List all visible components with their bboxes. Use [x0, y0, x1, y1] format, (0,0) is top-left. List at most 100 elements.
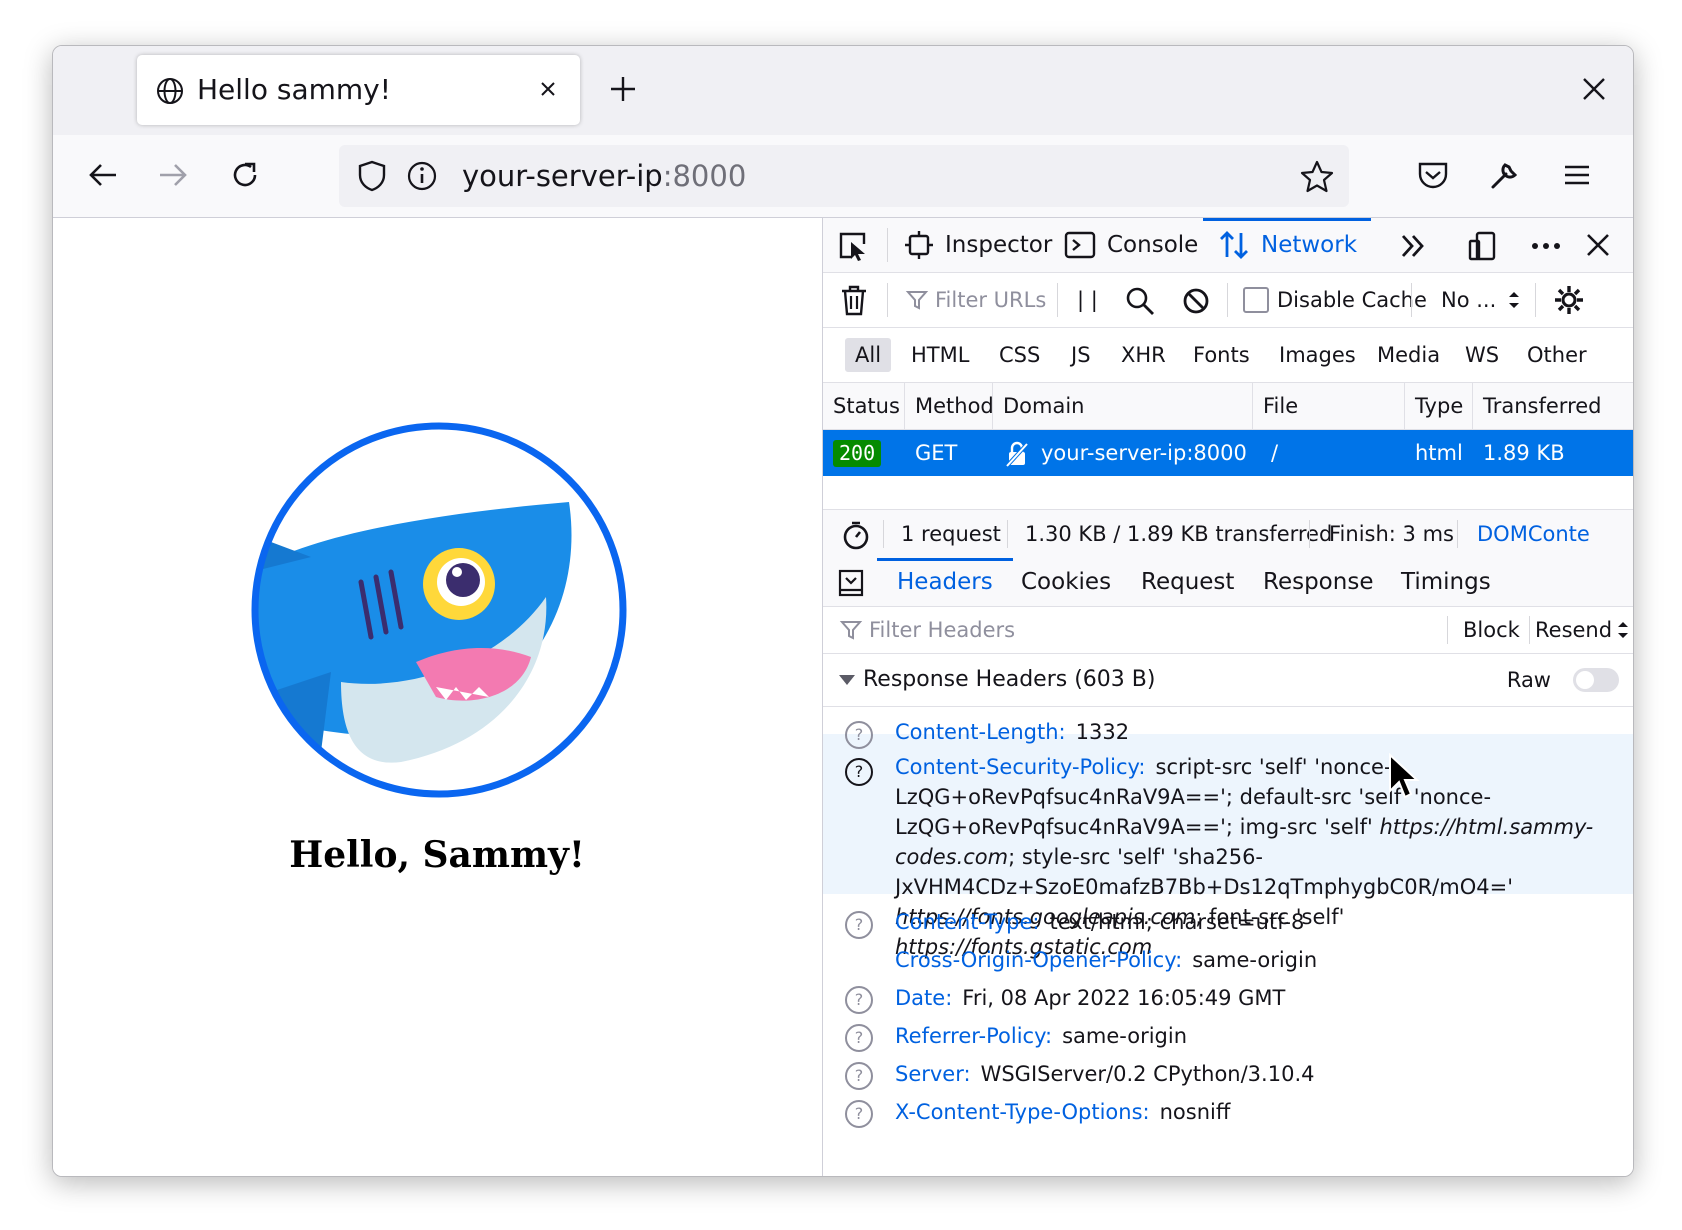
tab-network[interactable]: Network	[1202, 218, 1372, 272]
bookmark-star-icon[interactable]	[1299, 159, 1335, 195]
window-close-icon[interactable]	[1579, 74, 1609, 104]
column-file[interactable]: File	[1253, 383, 1405, 429]
filter-fonts[interactable]: Fonts	[1183, 338, 1260, 372]
tab-console[interactable]: Console	[1063, 218, 1198, 272]
resend-button[interactable]: Resend	[1535, 607, 1630, 653]
filter-all[interactable]: All	[845, 338, 892, 372]
filter-media[interactable]: Media	[1367, 338, 1450, 372]
new-tab-plus-icon[interactable]	[608, 74, 638, 104]
tab-strip: Hello sammy!	[53, 46, 1633, 135]
help-icon[interactable]: ?	[845, 986, 873, 1014]
column-method[interactable]: Method	[905, 383, 994, 429]
updown-chevron-icon	[1618, 622, 1629, 638]
help-icon[interactable]: ?	[845, 1062, 873, 1090]
toolbar-divider	[1227, 283, 1228, 317]
tab-cookies[interactable]: Cookies	[1021, 558, 1111, 606]
tab-request[interactable]: Request	[1141, 558, 1234, 606]
tab-hello-sammy[interactable]: Hello sammy!	[137, 55, 580, 125]
help-icon[interactable]: ?	[845, 758, 873, 786]
tab-headers[interactable]: Headers	[877, 558, 1013, 606]
filter-ws[interactable]: WS	[1455, 338, 1509, 372]
filter-xhr[interactable]: XHR	[1111, 338, 1176, 372]
network-arrows-icon	[1220, 231, 1248, 259]
mouse-cursor-icon	[1389, 753, 1420, 799]
column-type[interactable]: Type	[1405, 383, 1473, 429]
trash-icon[interactable]	[839, 284, 869, 316]
stopwatch-icon[interactable]	[841, 520, 871, 550]
reload-icon[interactable]	[225, 155, 265, 195]
summary-divider	[1007, 520, 1008, 548]
toolbar-divider	[1411, 283, 1412, 317]
devtools-tab-bar: Inspector Console Network	[823, 218, 1633, 273]
close-devtools-icon[interactable]	[1583, 230, 1613, 260]
page-heading: Hello, Sammy!	[289, 834, 585, 876]
help-icon[interactable]: ?	[845, 911, 873, 939]
hamburger-menu-icon[interactable]	[1557, 155, 1597, 195]
response-headers-title: Response Headers (603 B)	[863, 667, 1156, 692]
details-tab-bar: Headers Cookies Request Response Timings	[823, 558, 1633, 607]
summary-divider	[1457, 520, 1458, 548]
table-row[interactable]: 200 GET your-server-ip:8000 / html 1.89 …	[823, 430, 1633, 476]
help-icon[interactable]: ?	[845, 1024, 873, 1052]
pause-button[interactable]: | |	[1077, 273, 1098, 327]
more-options-icon[interactable]	[1529, 230, 1563, 262]
filter-headers-input[interactable]: Filter Headers	[839, 607, 1015, 653]
block-requests-icon[interactable]	[1181, 286, 1211, 316]
insecure-lock-icon	[1004, 441, 1030, 468]
responsive-design-icon[interactable]	[1467, 230, 1499, 262]
throttling-select[interactable]: No ...	[1441, 273, 1522, 327]
toggle-sidebar-icon[interactable]	[837, 568, 865, 598]
header-content-length: Content-Length: 1332	[895, 720, 1130, 744]
filter-js[interactable]: JS	[1061, 338, 1101, 372]
header-x-content-type-options: X-Content-Type-Options: nosniff	[895, 1100, 1231, 1124]
tab-divider	[887, 228, 888, 262]
sammy-shark-logo	[251, 422, 627, 798]
header-content-type: Content-Type: text/html; charset=utf-8	[895, 910, 1305, 934]
shield-icon[interactable]	[355, 159, 389, 193]
element-picker-icon[interactable]	[837, 230, 869, 262]
info-icon[interactable]	[405, 159, 439, 193]
status-badge: 200	[833, 440, 882, 467]
url-text[interactable]: your-server-ip:8000	[462, 159, 746, 193]
column-status[interactable]: Status	[823, 383, 905, 429]
help-icon[interactable]: ?	[845, 1100, 873, 1128]
checkbox-box[interactable]	[1243, 287, 1269, 313]
search-icon[interactable]	[1125, 286, 1155, 316]
forward-arrow-icon[interactable]	[153, 155, 193, 195]
raw-toggle[interactable]	[1573, 668, 1619, 692]
summary-transferred: 1.30 KB / 1.89 KB transferred	[1025, 522, 1333, 546]
filter-urls-input[interactable]: Filter URLs	[905, 273, 1046, 327]
response-headers-section-header[interactable]: Response Headers (603 B) Raw	[823, 654, 1633, 707]
summary-requests: 1 request	[901, 522, 1001, 546]
toolbar-divider	[1535, 283, 1536, 317]
filter-images[interactable]: Images	[1269, 338, 1366, 372]
request-type-filters: All HTML CSS JS XHR Fonts Images Media W…	[823, 328, 1633, 383]
devtools-panel: Inspector Console Network Filter URLs | …	[822, 218, 1633, 1176]
row-transferred: 1.89 KB	[1483, 441, 1565, 465]
back-arrow-icon[interactable]	[83, 155, 123, 195]
column-transferred[interactable]: Transferred	[1473, 383, 1633, 429]
filter-other[interactable]: Other	[1517, 338, 1597, 372]
request-table-header: Status Method Domain File Type Transferr…	[823, 383, 1633, 430]
wrench-icon[interactable]	[1485, 155, 1525, 195]
more-tabs-chevron-icon[interactable]	[1397, 230, 1429, 262]
close-tab-icon[interactable]	[534, 75, 562, 103]
disable-cache-checkbox[interactable]: Disable Cache	[1243, 273, 1427, 327]
filter-divider	[1447, 616, 1448, 644]
row-method: GET	[915, 441, 958, 465]
tab-timings[interactable]: Timings	[1401, 558, 1491, 606]
summary-finish: Finish: 3 ms	[1329, 522, 1454, 546]
block-button[interactable]: Block	[1463, 607, 1520, 653]
disclosure-triangle-icon[interactable]	[837, 670, 857, 690]
web-page-viewport: Hello, Sammy!	[53, 218, 821, 1176]
tab-response[interactable]: Response	[1263, 558, 1373, 606]
address-bar[interactable]: your-server-ip:8000	[339, 145, 1349, 207]
gear-icon[interactable]	[1553, 284, 1585, 316]
help-icon[interactable]: ?	[845, 721, 873, 749]
pocket-icon[interactable]	[1413, 155, 1453, 195]
tab-inspector[interactable]: Inspector	[903, 218, 1052, 272]
row-domain: your-server-ip:8000	[1041, 441, 1247, 465]
filter-css[interactable]: CSS	[989, 338, 1050, 372]
filter-html[interactable]: HTML	[901, 338, 979, 372]
column-domain[interactable]: Domain	[993, 383, 1253, 429]
